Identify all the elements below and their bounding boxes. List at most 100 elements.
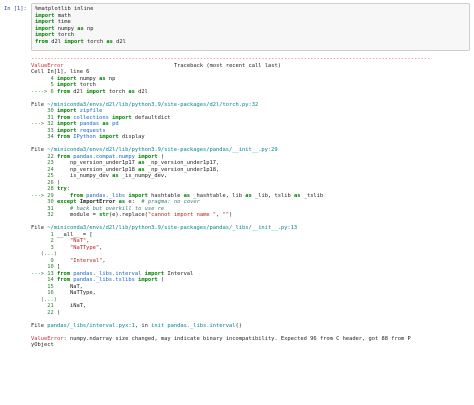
code-token: np_version_under1p17: [56, 160, 139, 166]
code-token: np_version_under1p18: [56, 166, 139, 173]
code-token: pandas: [76, 121, 103, 127]
code-token: defaultdict: [131, 114, 171, 121]
code-token: 1: [31, 231, 57, 238]
code-token: 2: [31, 238, 57, 244]
code-token: ): [229, 212, 233, 218]
code-token: import: [35, 25, 55, 32]
code-token: math: [54, 12, 71, 19]
code-token: torch: [105, 88, 129, 95]
code-token: ----> 6: [31, 88, 57, 95]
cell-prompt: In [1]:: [4, 6, 27, 12]
final-error-line: ValueError: numpy.ndarray size changed, …: [31, 336, 471, 343]
code-token: ~/miniconda3/envs/d2l/lib/python3.9/site…: [47, 147, 278, 153]
code-token: torch: [54, 32, 74, 38]
code-token: :: [66, 186, 70, 192]
code-token: import: [64, 38, 84, 45]
code-line: from d2l import torch as d2l: [35, 39, 466, 46]
code-token: (e): [108, 212, 119, 218]
code-token: import: [56, 82, 77, 88]
code-token: 23: [31, 160, 57, 166]
code-token: (: [157, 153, 165, 160]
code-token: In[1], line 6: [47, 69, 90, 75]
code-token: 5: [31, 82, 57, 88]
code-token: ]: [56, 264, 61, 270]
code-token: collections: [69, 114, 113, 121]
code-token: import: [86, 88, 106, 95]
code-token: except: [56, 199, 77, 205]
code-token: 31: [31, 114, 57, 121]
code-token: np: [83, 25, 94, 32]
code-token: try: [56, 186, 67, 192]
code-token: d2l: [112, 38, 126, 45]
code-token: is_numpy_dev: [56, 173, 113, 179]
code-token: init pandas._libs.interval: [151, 322, 236, 329]
code-token: 33: [31, 127, 57, 134]
code-token: from: [56, 88, 70, 95]
code-token: 10: [31, 264, 57, 270]
code-token: _np_version_under1p17,: [144, 160, 220, 166]
code-token: File: [31, 147, 48, 153]
code-token: import: [35, 19, 55, 25]
code-token: requests: [76, 127, 106, 134]
code-token: display: [118, 134, 145, 140]
code-token: pandas._libs.tslibs: [69, 277, 139, 283]
code-token: torch: [83, 38, 107, 45]
code-token: iNaT,: [56, 303, 87, 309]
code-token: "cannot import name ": [147, 212, 217, 218]
code-token: 22: [31, 309, 57, 316]
code-token: (: [157, 277, 165, 283]
code-token: zipfile: [76, 108, 103, 114]
code-token: import: [138, 277, 158, 283]
code-token: ImportError: [79, 199, 116, 205]
code-token: pd: [108, 121, 119, 127]
code-token: _tslib: [300, 192, 324, 199]
final-error-name: ValueError: [31, 335, 64, 342]
code-token: import: [56, 108, 77, 114]
code-token: pandas/_libs/interval.pyx:1: [47, 322, 135, 329]
code-token: torch: [76, 82, 96, 88]
code-token: from: [56, 134, 70, 140]
code-token: "NaTType": [69, 244, 100, 251]
code-token: 30: [31, 108, 57, 114]
code-token: import: [56, 121, 77, 127]
code-token: ,: [99, 244, 103, 251]
code-token: pandas.compat.numpy: [69, 153, 139, 160]
code-token: import: [35, 32, 55, 38]
code-token: ): [56, 309, 61, 316]
code-token: .replace(: [118, 212, 148, 218]
code-token: from: [56, 114, 70, 121]
code-token: ~/miniconda3/envs/d2l/lib/python3.9/site…: [47, 101, 259, 108]
code-token: import: [138, 153, 158, 160]
code-token: # pragma: no cover: [141, 199, 200, 205]
code-token: import: [128, 192, 148, 199]
code-token: import: [112, 114, 132, 121]
code-token: _is_numpy_dev,: [118, 173, 168, 179]
code-token: ,: [102, 257, 106, 264]
code-token: 4: [31, 75, 57, 82]
code-token: 9: [31, 257, 57, 264]
code-token: 32: [31, 212, 57, 218]
code-token: import: [35, 12, 55, 19]
cell-output-area: ----------------------------------------…: [31, 56, 471, 349]
code-token: NaT,: [56, 283, 83, 290]
code-token: 26: [31, 179, 57, 186]
code-token: "NaT": [69, 238, 87, 244]
code-token: from: [56, 277, 70, 283]
code-token: File: [31, 101, 48, 108]
code-token: ~/miniconda3/envs/d2l/lib/python3.9/site…: [47, 225, 298, 231]
code-token: 15: [31, 283, 57, 290]
code-token: _hashtable, lib: [190, 192, 246, 199]
code-token: from: [35, 38, 48, 45]
code-token: 30: [31, 199, 57, 205]
code-token: %matplotlib inline: [35, 6, 94, 12]
code-token: e:: [125, 199, 142, 205]
code-input-area[interactable]: %matplotlib inline import math import time…: [31, 3, 470, 51]
code-token: numpy: [76, 75, 100, 82]
code-token: time: [54, 19, 71, 25]
code-token: ,: [86, 238, 90, 244]
code-token: np: [105, 75, 116, 82]
code-token: 16: [31, 290, 57, 296]
